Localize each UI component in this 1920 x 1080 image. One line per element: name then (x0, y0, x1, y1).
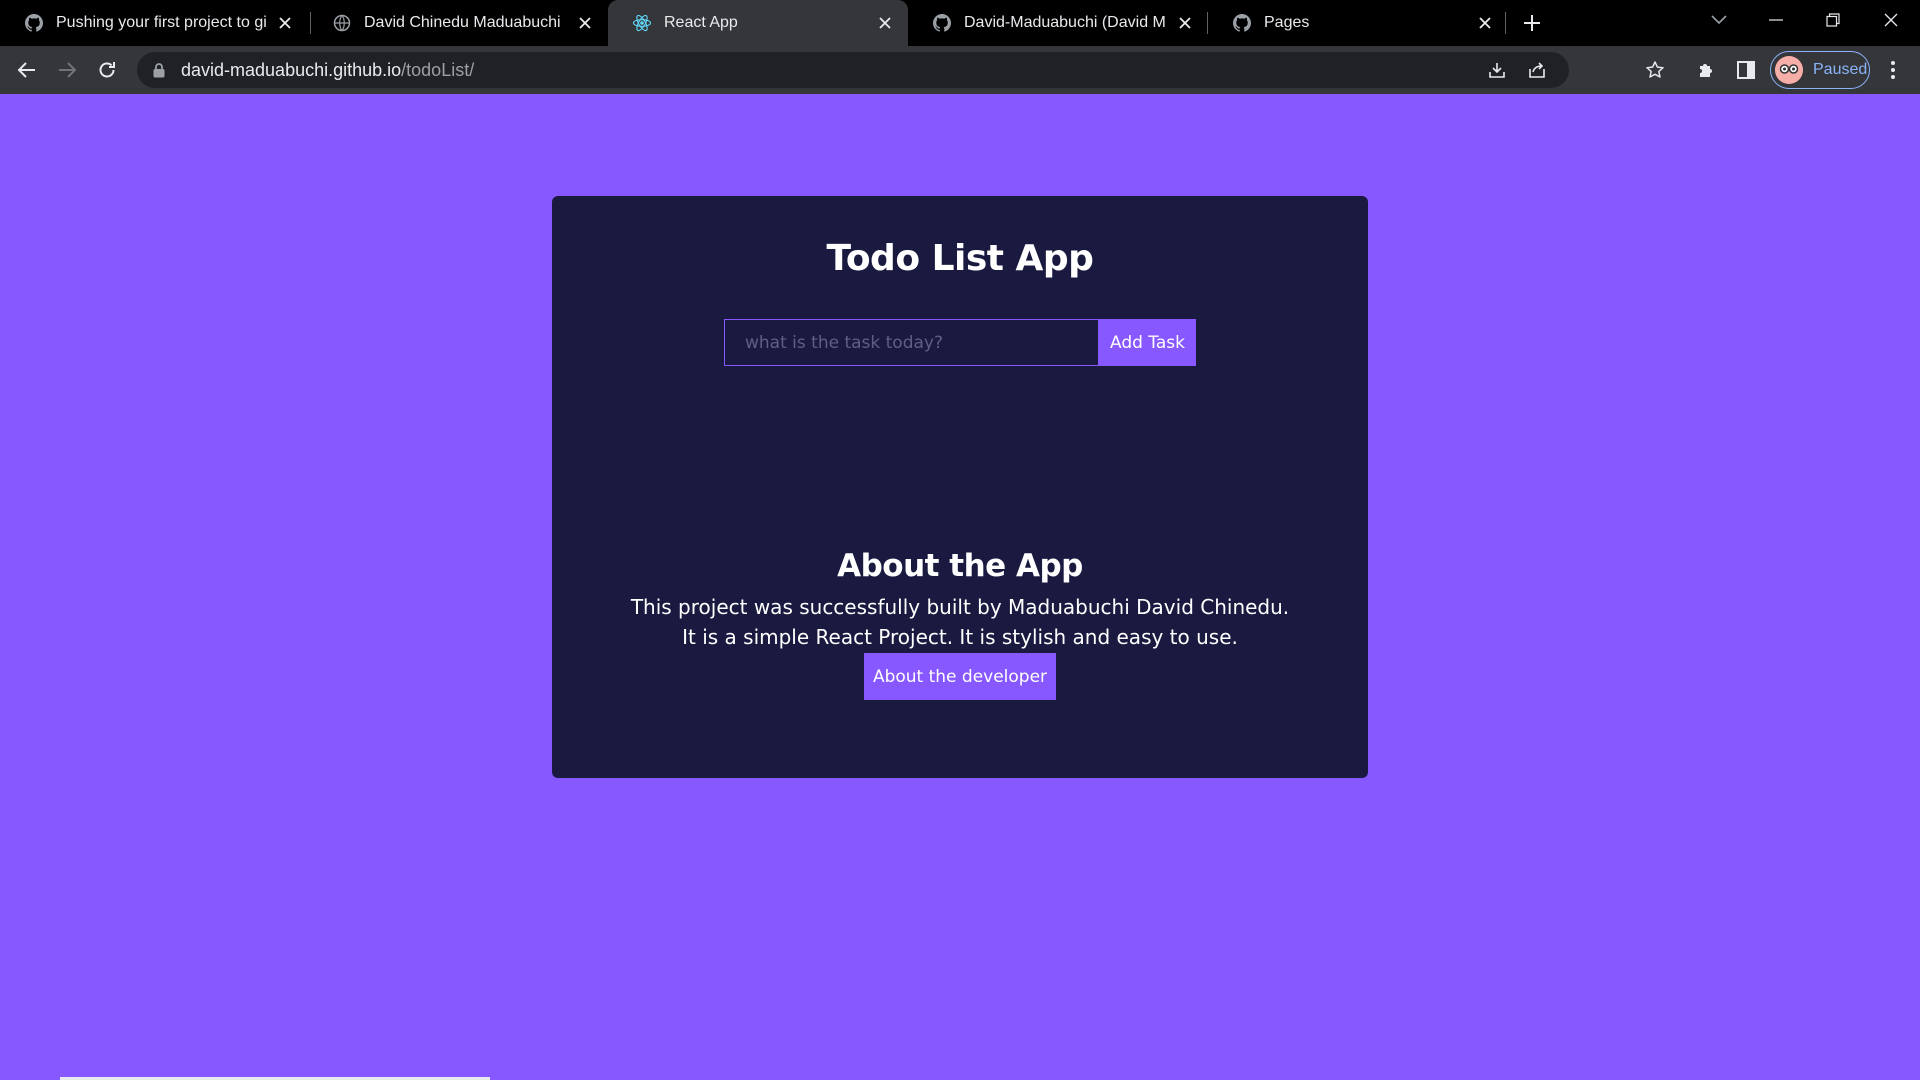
more-menu-icon[interactable] (1877, 54, 1909, 86)
side-panel-icon[interactable] (1730, 54, 1762, 86)
tab-title: David-Maduabuchi (David Madu (964, 14, 1166, 31)
about-line-2: It is a simple React Project. It is styl… (682, 625, 1238, 649)
tab-react-app[interactable]: React App (608, 0, 908, 46)
restore-icon[interactable] (1810, 0, 1856, 40)
new-tab-button[interactable] (1509, 3, 1555, 43)
close-icon[interactable] (874, 12, 896, 34)
install-app-icon[interactable] (1481, 54, 1513, 86)
about-heading: About the App (837, 548, 1083, 584)
add-task-button[interactable]: Add Task (1099, 319, 1196, 366)
forward-arrow-icon[interactable] (51, 54, 83, 86)
tab-github-profile[interactable]: David-Maduabuchi (David Madu (908, 0, 1208, 46)
todo-card: Todo List App Add Task About the App Thi… (552, 196, 1368, 778)
todo-form: Add Task (724, 319, 1196, 366)
tab-pages[interactable]: Pages (1208, 0, 1508, 46)
url-path: /todoList/ (401, 59, 475, 80)
github-icon (1232, 13, 1252, 33)
minimize-icon[interactable] (1753, 0, 1799, 40)
tab-separator (1505, 12, 1506, 34)
lock-icon[interactable] (151, 62, 167, 78)
globe-icon (332, 13, 352, 33)
github-icon (932, 13, 952, 33)
close-icon[interactable] (1174, 12, 1196, 34)
tab-title: David Chinedu Maduabuchi | De (364, 14, 566, 31)
task-input[interactable] (724, 319, 1099, 366)
close-icon[interactable] (1474, 12, 1496, 34)
tab-search-chevron-icon[interactable] (1696, 0, 1742, 40)
back-arrow-icon[interactable] (11, 54, 43, 86)
url-host: david-maduabuchi.github.io (181, 59, 402, 80)
close-icon[interactable] (274, 12, 296, 34)
browser-toolbar: david-maduabuchi.github.io/todoList/ Pau… (0, 46, 1920, 94)
url-text: david-maduabuchi.github.io/todoList/ (181, 60, 474, 81)
tab-title: Pages (1264, 14, 1310, 31)
address-bar[interactable]: david-maduabuchi.github.io/todoList/ (137, 52, 1569, 88)
tab-strip: Pushing your first project to gith David… (0, 0, 1920, 46)
tab-pushing-project[interactable]: Pushing your first project to gith (0, 0, 308, 46)
github-icon (24, 13, 44, 33)
page-title: Todo List App (826, 238, 1094, 279)
profile-status: Paused (1813, 61, 1868, 78)
bookmark-star-icon[interactable] (1639, 54, 1671, 86)
window-close-icon[interactable] (1868, 0, 1914, 40)
tab-title: Pushing your first project to gith (56, 14, 266, 31)
tab-title: React App (664, 14, 738, 31)
extensions-puzzle-icon[interactable] (1690, 54, 1722, 86)
reload-icon[interactable] (91, 54, 123, 86)
about-line-1: This project was successfully built by M… (630, 595, 1290, 619)
about-description: This project was successfully built by M… (552, 592, 1368, 652)
tab-david-portfolio[interactable]: David Chinedu Maduabuchi | De (308, 0, 608, 46)
share-icon[interactable] (1521, 54, 1553, 86)
avatar (1775, 56, 1803, 84)
profile-button[interactable]: Paused (1770, 51, 1870, 89)
close-icon[interactable] (574, 12, 596, 34)
react-icon (632, 13, 652, 33)
about-developer-button[interactable]: About the developer (864, 653, 1056, 700)
